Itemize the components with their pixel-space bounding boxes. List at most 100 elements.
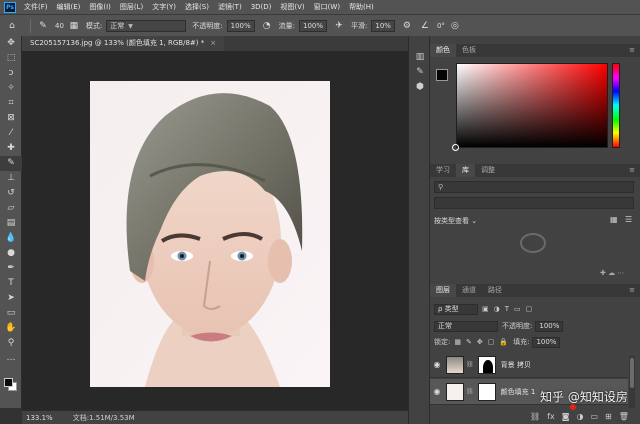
layer-mask-thumbnail[interactable] <box>477 355 496 374</box>
home-icon[interactable]: ⌂ <box>6 20 18 32</box>
type-tool-icon[interactable]: T <box>0 276 22 291</box>
lasso-tool-icon[interactable]: ↄ <box>0 66 22 81</box>
menu-window[interactable]: 窗口(W) <box>314 2 340 12</box>
brush-tool-preset-icon[interactable]: ✎ <box>37 20 49 32</box>
link-icon[interactable]: ⛓ <box>466 361 474 368</box>
library-select[interactable]: ⚲ <box>434 181 634 193</box>
healing-brush-tool-icon[interactable]: ✚ <box>0 141 22 156</box>
blur-tool-icon[interactable]: 💧 <box>0 231 22 246</box>
layer-mask-thumbnail[interactable] <box>477 382 496 401</box>
layer-background-copy[interactable]: ◉ ⛓ 背景 拷贝 <box>430 352 628 378</box>
pen-tool-icon[interactable]: ✒ <box>0 261 22 276</box>
foreground-color-chip[interactable] <box>436 69 448 81</box>
library-actions[interactable]: ✚ ☁ ⋯ <box>600 269 624 277</box>
shape-tool-icon[interactable]: ▭ <box>0 306 22 321</box>
pressure-opacity-icon[interactable]: ◔ <box>261 20 273 32</box>
add-mask-icon[interactable]: ◙ <box>562 412 570 421</box>
link-icon[interactable]: ⛓ <box>466 388 474 395</box>
tab-color[interactable]: 颜色 <box>430 44 456 57</box>
menu-image[interactable]: 图像(I) <box>89 2 111 12</box>
more-tools-icon[interactable]: … <box>0 351 22 366</box>
lock-position-icon[interactable]: ✥ <box>477 338 483 346</box>
pressure-size-icon[interactable]: ◎ <box>449 20 461 32</box>
view-by-type-dropdown[interactable]: 按类型查看 ⌄ <box>434 216 477 226</box>
path-select-tool-icon[interactable]: ➤ <box>0 291 22 306</box>
layers-scrollbar[interactable] <box>629 356 635 412</box>
hand-tool-icon[interactable]: ✋ <box>0 321 22 336</box>
adjustment-layer-icon[interactable]: ◑ <box>576 412 583 421</box>
menu-3d[interactable]: 3D(D) <box>251 3 272 11</box>
close-icon[interactable]: × <box>210 39 216 47</box>
tab-layers[interactable]: 图层 <box>430 284 456 297</box>
new-group-icon[interactable]: ▭ <box>590 412 598 421</box>
frame-tool-icon[interactable]: ⊠ <box>0 111 22 126</box>
clone-stamp-tool-icon[interactable]: ⊥ <box>0 171 22 186</box>
tab-channels[interactable]: 通道 <box>456 284 482 297</box>
eraser-tool-icon[interactable]: ▱ <box>0 201 22 216</box>
tab-paths[interactable]: 路径 <box>482 284 508 297</box>
eye-icon[interactable]: ◉ <box>430 387 444 396</box>
quick-select-tool-icon[interactable]: ✧ <box>0 81 22 96</box>
angle-value[interactable]: 0° <box>437 22 445 30</box>
lock-all-icon[interactable]: 🔒 <box>499 338 508 346</box>
smoothing-options-icon[interactable]: ⚙ <box>401 20 413 32</box>
delete-layer-icon[interactable]: 🗑 <box>619 412 629 421</box>
brush-tool-icon[interactable]: ✎ <box>0 156 22 171</box>
eyedropper-tool-icon[interactable]: ⁄ <box>0 126 22 141</box>
gradient-tool-icon[interactable]: ▤ <box>0 216 22 231</box>
move-tool-icon[interactable]: ✥ <box>0 36 22 51</box>
menu-view[interactable]: 视图(V) <box>280 2 304 12</box>
panel-menu-icon[interactable]: ≡ <box>629 284 640 297</box>
grid-view-icon[interactable]: ▦ <box>610 215 618 224</box>
lock-pixels-icon[interactable]: ▦ <box>454 338 461 346</box>
layer-name[interactable]: 背景 拷贝 <box>501 360 531 370</box>
scrollbar-thumb[interactable] <box>630 358 634 388</box>
brush-settings-icon[interactable]: ▦ <box>68 20 80 32</box>
portrait-photo[interactable] <box>90 81 330 387</box>
fill-field[interactable]: 100% <box>532 336 561 348</box>
dodge-tool-icon[interactable]: ● <box>0 246 22 261</box>
layer-opacity-field[interactable]: 100% <box>535 320 564 332</box>
flow-field[interactable]: 100% <box>299 19 328 32</box>
adjustments-panel-icon[interactable]: ⬢ <box>409 80 431 95</box>
saturation-brightness-field[interactable] <box>456 63 608 148</box>
menu-layer[interactable]: 图层(L) <box>120 2 143 12</box>
brush-size[interactable]: 40 <box>55 22 64 30</box>
adjustment-filter-icon[interactable]: ◑ <box>494 305 500 313</box>
history-panel-icon[interactable]: ▥ <box>409 50 431 65</box>
shape-filter-icon[interactable]: ▭ <box>514 305 521 313</box>
menu-select[interactable]: 选择(S) <box>185 2 209 12</box>
zoom-tool-icon[interactable]: ⚲ <box>0 336 22 351</box>
layer-name[interactable]: 颜色填充 1 <box>501 387 536 397</box>
mode-select[interactable]: 正常 ▼ <box>106 19 187 32</box>
tab-swatches[interactable]: 色板 <box>456 44 482 57</box>
foreground-color-swatch[interactable] <box>4 378 13 387</box>
menu-help[interactable]: 帮助(H) <box>349 2 374 12</box>
smooth-field[interactable]: 10% <box>371 19 395 32</box>
marquee-tool-icon[interactable]: ⬚ <box>0 51 22 66</box>
crop-tool-icon[interactable]: ⌗ <box>0 96 22 111</box>
properties-panel-icon[interactable]: ✎ <box>409 65 431 80</box>
layer-filter-type[interactable]: ρ 类型 <box>434 303 478 315</box>
new-layer-icon[interactable]: ⊞ <box>605 412 612 421</box>
zoom-level[interactable]: 133.1% <box>26 414 53 422</box>
type-filter-icon[interactable]: T <box>505 305 509 313</box>
menu-edit[interactable]: 编辑(E) <box>57 2 81 12</box>
document-tab[interactable]: SC205157136.jpg @ 133% (颜色填充 1, RGB/8#) … <box>22 36 225 51</box>
smart-object-filter-icon[interactable]: ▢ <box>526 305 533 313</box>
canvas-area[interactable] <box>22 51 408 410</box>
lock-paint-icon[interactable]: ✎ <box>466 338 472 346</box>
menu-file[interactable]: 文件(F) <box>24 2 48 12</box>
link-layers-icon[interactable]: ⛓ <box>530 412 540 421</box>
menu-filter[interactable]: 滤镜(T) <box>218 2 242 12</box>
tab-adjustments[interactable]: 调整 <box>475 164 501 177</box>
fx-icon[interactable]: fx <box>547 412 555 421</box>
panel-menu-icon[interactable]: ≡ <box>629 164 640 177</box>
tab-learn[interactable]: 学习 <box>430 164 456 177</box>
opacity-field[interactable]: 100% <box>226 19 255 32</box>
list-view-icon[interactable]: ☰ <box>625 215 632 224</box>
eye-icon[interactable]: ◉ <box>430 360 444 369</box>
tab-libraries[interactable]: 库 <box>456 164 475 177</box>
pixel-filter-icon[interactable]: ▣ <box>482 305 489 313</box>
panel-menu-icon[interactable]: ≡ <box>629 44 640 57</box>
